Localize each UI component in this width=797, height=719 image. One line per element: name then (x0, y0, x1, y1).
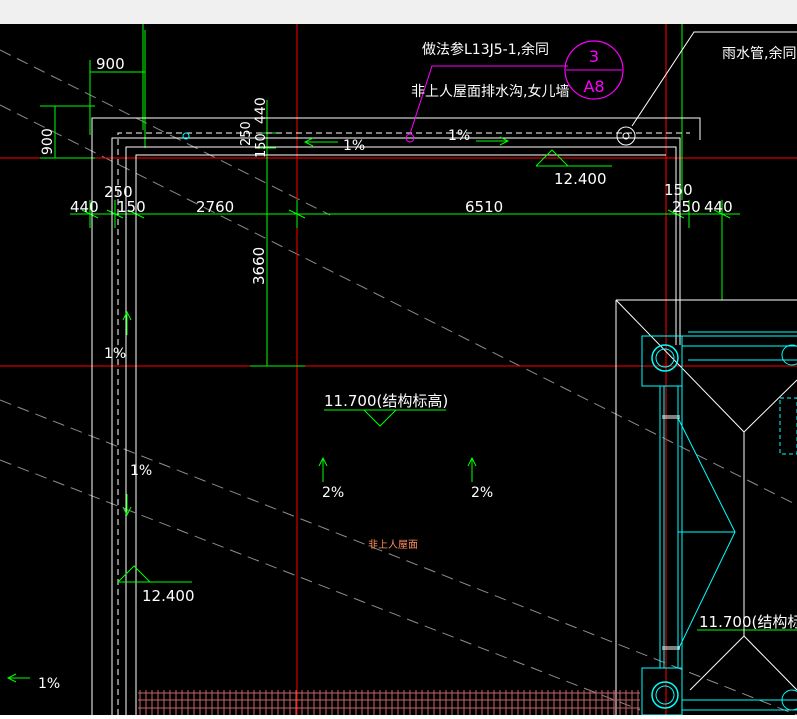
slope-guide-line (0, 104, 797, 506)
column-ticks (662, 415, 680, 650)
hip-roof-outline (615, 299, 797, 691)
elevation-top-right: 12.400 (554, 170, 607, 188)
title-strip (0, 0, 797, 24)
slope-side-lower: 1% (130, 463, 152, 479)
gutter-note: 非上人屋面排水沟,女儿墙 (411, 83, 569, 100)
dim-2760: 2760 (196, 198, 234, 216)
elevation-structural-right: 11.700(结构标 (699, 613, 797, 631)
roof-type-label: 非上人屋面 (368, 539, 418, 551)
downpipe-note: 雨水管,余同 (722, 45, 796, 62)
slope-side-upper: 1% (104, 346, 126, 362)
dim-440-left: 440 (70, 198, 99, 216)
downpipe-icon (616, 126, 636, 146)
elevation-structural-center: 11.700(结构标高) (324, 392, 448, 410)
slope-gutter-left: 1% (343, 138, 365, 154)
dim-6510: 6510 (465, 198, 503, 216)
elevation-bottom-left: 12.400 (142, 587, 195, 605)
column-right-pipe-icon (781, 344, 797, 366)
roof-plan-drawing[interactable]: 3 A8 做法参L13J5-1,余同 非上人屋面排水沟,女儿墙 雨水管,余同 9… (0, 24, 797, 716)
index-number: 3 (589, 47, 599, 66)
axis-lines (0, 24, 797, 715)
dim-440-vert: 440 (253, 97, 269, 124)
dim-900-top: 900 (96, 55, 125, 73)
practice-leader (409, 65, 568, 135)
dim-440-right: 440 (704, 198, 733, 216)
roof-tile-ticks (139, 690, 639, 715)
gutter-edge (117, 132, 690, 715)
dim-250-vert: 250 (239, 121, 254, 146)
slope-bottom-gutter: 1% (38, 676, 60, 692)
slope-guide-lines (0, 49, 797, 716)
dim-900-left: 900 (40, 128, 56, 155)
slope-roof-left: 2% (322, 485, 344, 501)
slope-gutter-right: 1% (448, 128, 470, 144)
dim-3660: 3660 (250, 247, 268, 285)
slope-roof-right: 2% (471, 485, 493, 501)
detail-index-mark[interactable]: 3 A8 (564, 40, 624, 100)
slope-guide-line (0, 459, 641, 711)
column-lower-pipe-inner-icon (655, 685, 675, 705)
cad-drawing-canvas[interactable]: 3 A8 做法参L13J5-1,余同 非上人屋面排水沟,女儿墙 雨水管,余同 9… (0, 24, 797, 716)
dim-150-left: 150 (117, 198, 146, 216)
column-structure (641, 331, 797, 716)
column-upper-pipe-inner-icon (655, 348, 675, 368)
practice-note: 做法参L13J5-1,余同 (422, 41, 549, 58)
index-sheet: A8 (583, 77, 604, 96)
dim-250-right: 250 (672, 198, 701, 216)
dimension-lines (40, 24, 740, 367)
dim-150-vert: 150 (254, 133, 269, 158)
elevation-symbols (117, 149, 797, 631)
dim-150-right: 150 (664, 181, 693, 199)
roof-tile-hatch (138, 692, 640, 709)
